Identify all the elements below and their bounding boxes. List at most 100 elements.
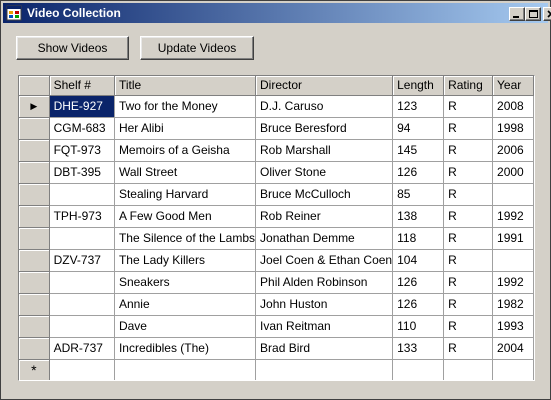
cell-director[interactable]: Phil Alden Robinson: [255, 271, 394, 294]
new-cell-director[interactable]: [255, 359, 394, 380]
cell-title[interactable]: The Lady Killers: [114, 249, 257, 272]
new-row[interactable]: *: [19, 359, 534, 380]
cell-year[interactable]: 2006: [492, 139, 534, 162]
cell-year[interactable]: 2004: [492, 337, 534, 360]
cell-title[interactable]: Memoirs of a Geisha: [114, 139, 257, 162]
table-row[interactable]: DZV-737 The Lady Killers Joel Coen & Ethan…: [19, 249, 534, 272]
cell-shelf[interactable]: DBT-395: [49, 161, 115, 184]
cell-shelf[interactable]: ADR-737: [49, 337, 115, 360]
title-bar[interactable]: Video Collection: [3, 3, 551, 23]
column-header-shelf[interactable]: Shelf #: [49, 76, 115, 96]
cell-year[interactable]: 1991: [492, 227, 534, 250]
cell-length[interactable]: 133: [392, 337, 445, 360]
cell-shelf[interactable]: TPH-973: [49, 205, 115, 228]
cell-director[interactable]: Jonathan Demme: [255, 227, 394, 250]
cell-length[interactable]: 123: [392, 95, 445, 118]
row-header[interactable]: [19, 293, 50, 316]
cell-shelf[interactable]: DZV-737: [49, 249, 115, 272]
cell-title[interactable]: Her Alibi: [114, 117, 257, 140]
cell-rating[interactable]: R: [443, 271, 494, 294]
column-header-director[interactable]: Director: [255, 76, 394, 96]
cell-title[interactable]: Stealing Harvard: [114, 183, 257, 206]
cell-rating[interactable]: R: [443, 315, 494, 338]
row-header[interactable]: [19, 315, 50, 338]
cell-length[interactable]: 126: [392, 293, 445, 316]
cell-length[interactable]: 104: [392, 249, 445, 272]
cell-title[interactable]: Annie: [114, 293, 257, 316]
cell-year[interactable]: 1992: [492, 205, 534, 228]
new-cell-length[interactable]: [392, 359, 445, 380]
cell-title[interactable]: Two for the Money: [114, 95, 257, 118]
cell-length[interactable]: 85: [392, 183, 445, 206]
new-row-indicator[interactable]: *: [19, 359, 50, 380]
cell-rating[interactable]: R: [443, 95, 494, 118]
cell-title[interactable]: Sneakers: [114, 271, 257, 294]
cell-shelf[interactable]: FQT-973: [49, 139, 115, 162]
cell-rating[interactable]: R: [443, 183, 494, 206]
row-header[interactable]: [19, 139, 50, 162]
cell-rating[interactable]: R: [443, 117, 494, 140]
cell-title[interactable]: Incredibles (The): [114, 337, 257, 360]
app-form-icon[interactable]: [6, 5, 22, 21]
table-row[interactable]: FQT-973 Memoirs of a Geisha Rob Marshall 14…: [19, 139, 534, 162]
table-row[interactable]: Dave Ivan Reitman 110 R 1993: [19, 315, 534, 338]
cell-director[interactable]: Rob Reiner: [255, 205, 394, 228]
cell-length[interactable]: 118: [392, 227, 445, 250]
row-header[interactable]: [19, 161, 50, 184]
column-header-year[interactable]: Year: [492, 76, 534, 96]
cell-shelf[interactable]: [49, 183, 115, 206]
cell-director[interactable]: Oliver Stone: [255, 161, 394, 184]
new-cell-title[interactable]: [114, 359, 257, 380]
cell-rating[interactable]: R: [443, 205, 494, 228]
cell-director[interactable]: Brad Bird: [255, 337, 394, 360]
column-header-length[interactable]: Length: [392, 76, 445, 96]
show-videos-button[interactable]: Show Videos: [16, 36, 129, 60]
row-header[interactable]: [19, 337, 50, 360]
cell-shelf[interactable]: [49, 227, 115, 250]
cell-length[interactable]: 110: [392, 315, 445, 338]
minimize-button[interactable]: [509, 7, 525, 21]
column-header-rating[interactable]: Rating: [443, 76, 494, 96]
row-header[interactable]: [19, 117, 50, 140]
cell-rating[interactable]: R: [443, 293, 494, 316]
cell-director[interactable]: Rob Marshall: [255, 139, 394, 162]
cell-director[interactable]: John Huston: [255, 293, 394, 316]
cell-length[interactable]: 138: [392, 205, 445, 228]
table-row[interactable]: ▶ DHE-927 Two for the Money D.J. Caruso 123 R…: [19, 95, 534, 118]
update-videos-button[interactable]: Update Videos: [140, 36, 254, 60]
cell-year[interactable]: 2000: [492, 161, 534, 184]
table-row[interactable]: The Silence of the Lambs Jonathan Demme 11…: [19, 227, 534, 250]
cell-length[interactable]: 126: [392, 161, 445, 184]
table-row[interactable]: Stealing Harvard Bruce McCulloch 85 R: [19, 183, 534, 206]
cell-director[interactable]: Bruce Beresford: [255, 117, 394, 140]
cell-year[interactable]: 1992: [492, 271, 534, 294]
cell-shelf[interactable]: [49, 315, 115, 338]
cell-year[interactable]: 1982: [492, 293, 534, 316]
cell-length[interactable]: 94: [392, 117, 445, 140]
cell-rating[interactable]: R: [443, 139, 494, 162]
videos-data-grid[interactable]: Shelf # Title Director Length Rating Yea…: [18, 75, 535, 381]
cell-rating[interactable]: R: [443, 227, 494, 250]
cell-director[interactable]: Joel Coen & Ethan Coen: [255, 249, 394, 272]
cell-length[interactable]: 145: [392, 139, 445, 162]
cell-rating[interactable]: R: [443, 161, 494, 184]
row-header-corner[interactable]: [19, 76, 50, 96]
cell-year[interactable]: 2008: [492, 95, 534, 118]
cell-rating[interactable]: R: [443, 249, 494, 272]
current-row-indicator[interactable]: ▶: [19, 95, 50, 118]
row-header[interactable]: [19, 205, 50, 228]
table-row[interactable]: Annie John Huston 126 R 1982: [19, 293, 534, 316]
cell-director[interactable]: D.J. Caruso: [255, 95, 394, 118]
table-row[interactable]: DBT-395 Wall Street Oliver Stone 126 R 2000: [19, 161, 534, 184]
cell-year[interactable]: [492, 183, 534, 206]
cell-title[interactable]: The Silence of the Lambs: [114, 227, 257, 250]
cell-year[interactable]: [492, 249, 534, 272]
cell-shelf[interactable]: [49, 271, 115, 294]
row-header[interactable]: [19, 249, 50, 272]
cell-year[interactable]: 1998: [492, 117, 534, 140]
cell-title[interactable]: Dave: [114, 315, 257, 338]
cell-year[interactable]: 1993: [492, 315, 534, 338]
column-header-title[interactable]: Title: [114, 76, 257, 96]
cell-shelf[interactable]: DHE-927: [49, 95, 115, 118]
table-row[interactable]: CGM-683 Her Alibi Bruce Beresford 94 R 1998: [19, 117, 534, 140]
